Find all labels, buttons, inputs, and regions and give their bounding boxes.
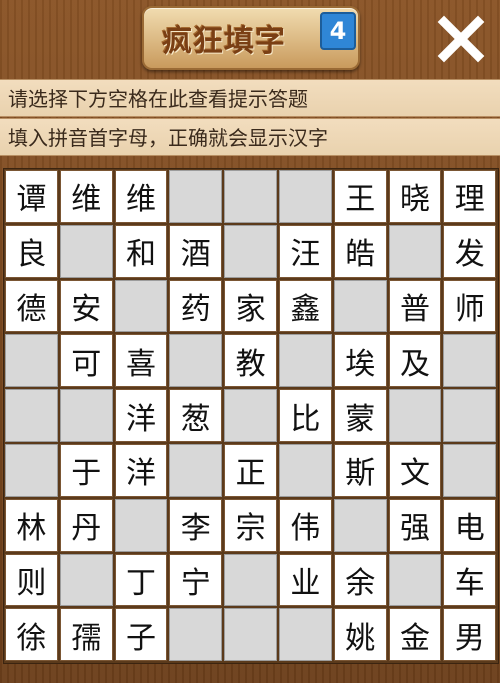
grid-cell-filled[interactable]: 姚 (333, 608, 387, 662)
grid-cell-empty[interactable] (169, 334, 223, 388)
grid-cell-empty[interactable] (333, 279, 387, 333)
grid-cell-filled[interactable]: 比 (279, 389, 332, 442)
grid-cell-filled[interactable]: 宗 (224, 498, 277, 552)
grid-cell-empty[interactable] (388, 553, 442, 607)
grid-cell-filled[interactable]: 王 (333, 170, 387, 223)
grid-cell-empty[interactable] (59, 553, 113, 607)
grid-cell-filled[interactable]: 普 (388, 279, 442, 333)
grid-cell-empty[interactable] (224, 553, 277, 607)
crossword-board: 谭维维王晓理良和酒汪皓发德安药家鑫普师可喜教埃及洋葱比蒙于洋正斯文林丹李宗伟强电… (3, 168, 499, 664)
grid-cell-filled[interactable]: 葱 (169, 389, 223, 442)
grid-cell-filled[interactable]: 和 (114, 224, 168, 278)
grid-cell-filled[interactable]: 则 (5, 553, 58, 607)
grid-cell-filled[interactable]: 可 (59, 334, 113, 388)
grid-cell-filled[interactable]: 理 (443, 170, 497, 223)
grid-cell-empty[interactable] (59, 224, 113, 278)
grid-cell-empty[interactable] (5, 389, 58, 442)
grid-cell-filled[interactable]: 喜 (114, 334, 168, 388)
grid-cell-filled[interactable]: 维 (59, 170, 113, 223)
grid-cell-filled[interactable]: 李 (169, 498, 223, 552)
grid-cell-filled[interactable]: 酒 (169, 224, 223, 278)
grid-cell-filled[interactable]: 洋 (114, 389, 168, 442)
grid-cell-empty[interactable] (5, 334, 58, 388)
grid-cell-empty[interactable] (224, 608, 277, 662)
level-badge: 4 (320, 12, 356, 50)
grid-cell-filled[interactable]: 丹 (59, 498, 113, 552)
grid-cell-filled[interactable]: 德 (5, 279, 58, 333)
grid-cell-empty[interactable] (224, 389, 277, 442)
grid-cell-filled[interactable]: 教 (224, 334, 277, 388)
grid-cell-filled[interactable]: 皓 (333, 224, 387, 278)
grid-cell-filled[interactable]: 蒙 (333, 389, 387, 442)
grid-cell-empty[interactable] (388, 389, 442, 442)
grid-cell-empty[interactable] (443, 389, 497, 442)
grid-cell-empty[interactable] (443, 334, 497, 388)
game-title: 疯狂填字 (162, 24, 286, 59)
grid-cell-filled[interactable]: 徐 (5, 608, 58, 662)
grid-cell-filled[interactable]: 伟 (279, 498, 332, 552)
hint-line-2: 填入拼音首字母，正确就会显示汉字 (0, 118, 500, 156)
grid-cell-filled[interactable]: 文 (388, 444, 442, 497)
grid-cell-filled[interactable]: 洋 (114, 444, 168, 497)
grid-cell-filled[interactable]: 谭 (5, 170, 58, 223)
grid-cell-filled[interactable]: 鑫 (279, 279, 332, 333)
grid-cell-filled[interactable]: 宁 (169, 553, 223, 607)
close-button[interactable] (436, 14, 486, 64)
grid-cell-filled[interactable]: 余 (333, 553, 387, 607)
grid-cell-filled[interactable]: 药 (169, 279, 223, 333)
grid-cell-empty[interactable] (5, 444, 58, 497)
grid-cell-filled[interactable]: 安 (59, 279, 113, 333)
grid-cell-filled[interactable]: 及 (388, 334, 442, 388)
grid-cell-empty[interactable] (388, 224, 442, 278)
grid-cell-empty[interactable] (224, 170, 277, 223)
grid-cell-empty[interactable] (279, 608, 332, 662)
close-icon (437, 15, 485, 63)
grid-cell-filled[interactable]: 丁 (114, 553, 168, 607)
hint-line-1: 请选择下方空格在此查看提示答题 (0, 79, 500, 117)
grid-cell-filled[interactable]: 男 (443, 608, 497, 662)
grid-cell-empty[interactable] (279, 334, 332, 388)
grid-cell-empty[interactable] (443, 444, 497, 497)
title-plaque: 疯狂填字 4 (142, 6, 360, 70)
grid-cell-filled[interactable]: 孺 (59, 608, 113, 662)
grid-cell-filled[interactable]: 于 (59, 444, 113, 497)
grid-cell-filled[interactable]: 汪 (279, 224, 332, 278)
header: 疯狂填字 4 (0, 0, 500, 78)
grid-cell-filled[interactable]: 正 (224, 444, 277, 497)
grid-cell-empty[interactable] (114, 498, 168, 552)
grid-cell-filled[interactable]: 家 (224, 279, 277, 333)
grid-cell-filled[interactable]: 子 (114, 608, 168, 662)
grid-cell-filled[interactable]: 金 (388, 608, 442, 662)
grid-cell-filled[interactable]: 车 (443, 553, 497, 607)
grid-cell-empty[interactable] (59, 389, 113, 442)
grid-cell-filled[interactable]: 斯 (333, 444, 387, 497)
grid-cell-empty[interactable] (114, 279, 168, 333)
grid-cell-empty[interactable] (169, 608, 223, 662)
grid-cell-empty[interactable] (279, 170, 332, 223)
grid-cell-filled[interactable]: 维 (114, 170, 168, 223)
grid-cell-filled[interactable]: 业 (279, 553, 332, 607)
grid-cell-filled[interactable]: 师 (443, 279, 497, 333)
grid-cell-filled[interactable]: 晓 (388, 170, 442, 223)
grid-cell-empty[interactable] (169, 444, 223, 497)
grid-cell-filled[interactable]: 发 (443, 224, 497, 278)
grid-cell-filled[interactable]: 林 (5, 498, 58, 552)
grid-cell-empty[interactable] (279, 444, 332, 497)
grid-cell-filled[interactable]: 强 (388, 498, 442, 552)
grid-cell-empty[interactable] (333, 498, 387, 552)
grid-cell-filled[interactable]: 埃 (333, 334, 387, 388)
grid-cell-filled[interactable]: 电 (443, 498, 497, 552)
grid-cell-empty[interactable] (224, 224, 277, 278)
grid-cell-filled[interactable]: 良 (5, 224, 58, 278)
grid-cell-empty[interactable] (169, 170, 223, 223)
